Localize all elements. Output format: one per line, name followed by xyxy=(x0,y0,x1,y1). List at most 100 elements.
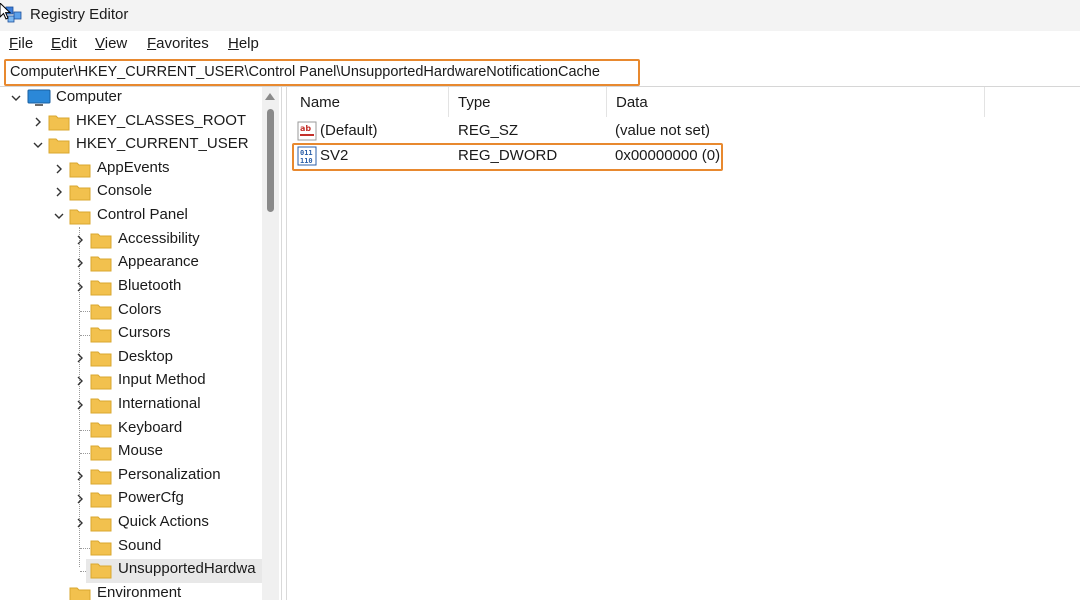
tree-item-label: Bluetooth xyxy=(118,277,182,294)
window-title: Registry Editor xyxy=(30,6,129,23)
title-bar: Registry Editor xyxy=(0,0,1080,31)
chevron-down-icon[interactable] xyxy=(32,139,44,151)
folder-icon xyxy=(90,469,112,485)
column-header-type[interactable]: Type xyxy=(448,87,606,117)
folder-icon xyxy=(69,185,91,201)
tree-item-label: International xyxy=(118,395,201,412)
menu-view[interactable]: View xyxy=(95,35,127,52)
tree-item-hkey-classes-root[interactable]: HKEY_CLASSES_ROOT xyxy=(0,111,262,135)
menu-favorites[interactable]: Favorites xyxy=(147,35,209,52)
value-type: REG_SZ xyxy=(458,122,519,139)
tree-item-desktop[interactable]: Desktop xyxy=(0,347,262,371)
tree-item-label: Appearance xyxy=(118,253,199,270)
registry-editor-icon xyxy=(0,3,22,23)
folder-icon xyxy=(48,115,70,131)
chevron-right-icon[interactable] xyxy=(74,234,86,246)
tree-item-hkey-current-user[interactable]: HKEY_CURRENT_USER xyxy=(0,134,262,158)
column-header-name[interactable]: Name xyxy=(290,87,448,117)
chevron-down-icon[interactable] xyxy=(53,210,65,222)
tree-item-label: Mouse xyxy=(118,442,164,459)
tree-item-quick-actions[interactable]: Quick Actions xyxy=(0,512,262,536)
tree-item-label: Quick Actions xyxy=(118,513,209,530)
folder-icon xyxy=(90,374,112,390)
folder-icon xyxy=(90,516,112,532)
tree-item-label: Input Method xyxy=(118,371,206,388)
tree-item-appearance[interactable]: Appearance xyxy=(0,252,262,276)
tree-item-label: Environment xyxy=(97,584,182,600)
column-separator[interactable] xyxy=(984,87,985,117)
value-name: (Default) xyxy=(320,122,378,139)
tree-item-colors[interactable]: Colors xyxy=(0,300,262,324)
menu-bar: File Edit View Favorites Help xyxy=(0,31,1080,58)
tree-item-personalization[interactable]: Personalization xyxy=(0,465,262,489)
chevron-right-icon[interactable] xyxy=(74,375,86,387)
menu-file[interactable]: File xyxy=(9,35,33,52)
chevron-right-icon[interactable] xyxy=(74,399,86,411)
chevron-right-icon[interactable] xyxy=(74,470,86,482)
tree-item-console[interactable]: Console xyxy=(0,181,262,205)
tree-item-international[interactable]: International xyxy=(0,394,262,418)
column-header-data[interactable]: Data xyxy=(606,87,984,117)
tree-item-label: Accessibility xyxy=(118,230,200,247)
value-data: (value not set) xyxy=(615,122,711,139)
tree-item-appevents[interactable]: AppEvents xyxy=(0,158,262,182)
column-header-label: Data xyxy=(616,94,648,111)
tree-item-label: Console xyxy=(97,182,153,199)
folder-icon xyxy=(90,445,112,461)
tree-item-environment[interactable]: Environment xyxy=(0,583,262,600)
folder-icon xyxy=(90,492,112,508)
pane-splitter[interactable] xyxy=(281,87,287,600)
tree-item-control-panel[interactable]: Control Panel xyxy=(0,205,262,229)
chevron-right-icon[interactable] xyxy=(74,493,86,505)
tree-item-label: Sound xyxy=(118,537,162,554)
folder-icon xyxy=(90,540,112,556)
tree-item-keyboard[interactable]: Keyboard xyxy=(0,418,262,442)
scroll-thumb[interactable] xyxy=(267,109,274,212)
chevron-down-icon[interactable] xyxy=(10,92,22,104)
chevron-right-icon[interactable] xyxy=(53,186,65,198)
tree-item-label: Personalization xyxy=(118,466,221,483)
folder-icon xyxy=(90,327,112,343)
chevron-right-icon[interactable] xyxy=(74,517,86,529)
folder-icon xyxy=(90,233,112,249)
tree-item-label: AppEvents xyxy=(97,159,170,176)
tree-item-unsupported-hardware[interactable]: UnsupportedHardwa xyxy=(0,559,262,583)
folder-open-icon xyxy=(69,209,91,225)
tree-item-sound[interactable]: Sound xyxy=(0,536,262,560)
menu-edit[interactable]: Edit xyxy=(51,35,77,52)
value-row[interactable]: ab (Default) REG_SZ (value not set) xyxy=(290,119,1080,143)
menu-help[interactable]: Help xyxy=(228,35,259,52)
key-tree[interactable]: Computer HKEY_CLASSES_ROOT HKEY_CURRENT_… xyxy=(0,87,262,600)
folder-icon xyxy=(90,398,112,414)
folder-icon xyxy=(90,304,112,320)
tree-item-cursors[interactable]: Cursors xyxy=(0,323,262,347)
svg-text:ab: ab xyxy=(300,124,311,133)
folder-icon xyxy=(90,351,112,367)
column-header-label: Type xyxy=(458,94,491,111)
folder-icon xyxy=(90,422,112,438)
folder-icon xyxy=(90,256,112,272)
folder-icon xyxy=(69,162,91,178)
chevron-right-icon[interactable] xyxy=(74,281,86,293)
tree-item-label: Colors xyxy=(118,301,162,318)
tree-item-label: Keyboard xyxy=(118,419,183,436)
tree-scrollbar[interactable] xyxy=(262,87,279,600)
tree-item-input-method[interactable]: Input Method xyxy=(0,370,262,394)
folder-open-icon xyxy=(48,138,70,154)
chevron-right-icon[interactable] xyxy=(74,352,86,364)
folder-icon xyxy=(90,280,112,296)
tree-item-accessibility[interactable]: Accessibility xyxy=(0,229,262,253)
tree-item-label: HKEY_CLASSES_ROOT xyxy=(76,112,247,129)
tree-item-mouse[interactable]: Mouse xyxy=(0,441,262,465)
tree-item-computer[interactable]: Computer xyxy=(0,87,262,111)
chevron-right-icon[interactable] xyxy=(53,163,65,175)
address-path[interactable]: Computer\HKEY_CURRENT_USER\Control Panel… xyxy=(10,64,600,80)
scroll-up-arrow-icon[interactable] xyxy=(265,93,275,100)
tree-item-bluetooth[interactable]: Bluetooth xyxy=(0,276,262,300)
chevron-right-icon[interactable] xyxy=(32,116,44,128)
chevron-right-icon[interactable] xyxy=(74,257,86,269)
tree-item-label: Computer xyxy=(56,88,122,105)
address-bar[interactable]: Computer\HKEY_CURRENT_USER\Control Panel… xyxy=(4,59,640,86)
tree-item-label: PowerCfg xyxy=(118,489,184,506)
tree-item-powercfg[interactable]: PowerCfg xyxy=(0,488,262,512)
